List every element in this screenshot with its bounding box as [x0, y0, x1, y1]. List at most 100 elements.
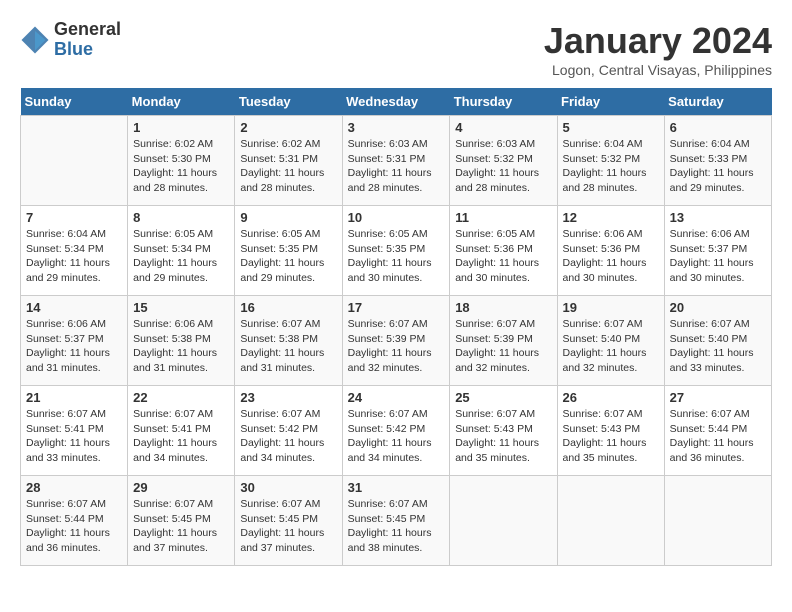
- weekday-header: Friday: [557, 88, 664, 116]
- calendar-day-cell: 12 Sunrise: 6:06 AM Sunset: 5:36 PM Dayli…: [557, 206, 664, 296]
- location: Logon, Central Visayas, Philippines: [544, 62, 772, 78]
- weekday-header: Sunday: [21, 88, 128, 116]
- day-info: Sunrise: 6:06 AM Sunset: 5:37 PM Dayligh…: [670, 227, 766, 286]
- day-info: Sunrise: 6:07 AM Sunset: 5:42 PM Dayligh…: [348, 407, 445, 466]
- day-number: 13: [670, 210, 766, 225]
- page-header: General Blue January 2024 Logon, Central…: [20, 20, 772, 78]
- calendar-day-cell: 25 Sunrise: 6:07 AM Sunset: 5:43 PM Dayli…: [450, 386, 557, 476]
- day-info: Sunrise: 6:07 AM Sunset: 5:39 PM Dayligh…: [348, 317, 445, 376]
- day-info: Sunrise: 6:07 AM Sunset: 5:43 PM Dayligh…: [455, 407, 551, 466]
- calendar-day-cell: 11Sunrise: 6:05 AM Sunset: 5:36 PM Dayli…: [450, 206, 557, 296]
- day-number: 5: [563, 120, 659, 135]
- day-number: 26: [563, 390, 659, 405]
- day-number: 2: [240, 120, 336, 135]
- calendar-day-cell: 1 Sunrise: 6:02 AM Sunset: 5:30 PM Daylig…: [128, 116, 235, 206]
- day-info: Sunrise: 6:07 AM Sunset: 5:45 PM Dayligh…: [133, 497, 229, 556]
- day-info: Sunrise: 6:07 AM Sunset: 5:42 PM Dayligh…: [240, 407, 336, 466]
- calendar-day-cell: 15 Sunrise: 6:06 AM Sunset: 5:38 PM Dayli…: [128, 296, 235, 386]
- day-number: 31: [348, 480, 445, 495]
- weekday-header: Tuesday: [235, 88, 342, 116]
- day-info: Sunrise: 6:05 AM Sunset: 5:35 PM Dayligh…: [348, 227, 445, 286]
- day-number: 18: [455, 300, 551, 315]
- calendar-day-cell: 22 Sunrise: 6:07 AM Sunset: 5:41 PM Dayli…: [128, 386, 235, 476]
- day-number: 12: [563, 210, 659, 225]
- calendar-day-cell: 7Sunrise: 6:04 AM Sunset: 5:34 PM Daylig…: [21, 206, 128, 296]
- day-info: Sunrise: 6:07 AM Sunset: 5:44 PM Dayligh…: [26, 497, 122, 556]
- day-number: 30: [240, 480, 336, 495]
- day-number: 7: [26, 210, 122, 225]
- day-number: 22: [133, 390, 229, 405]
- day-info: Sunrise: 6:02 AM Sunset: 5:30 PM Dayligh…: [133, 137, 229, 196]
- day-info: Sunrise: 6:02 AM Sunset: 5:31 PM Dayligh…: [240, 137, 336, 196]
- day-number: 9: [240, 210, 336, 225]
- calendar-day-cell: 6Sunrise: 6:04 AM Sunset: 5:33 PM Daylig…: [664, 116, 771, 206]
- calendar-day-cell: 18 Sunrise: 6:07 AM Sunset: 5:39 PM Dayli…: [450, 296, 557, 386]
- day-number: 24: [348, 390, 445, 405]
- calendar-day-cell: 20 Sunrise: 6:07 AM Sunset: 5:40 PM Dayli…: [664, 296, 771, 386]
- day-number: 25: [455, 390, 551, 405]
- logo-blue: Blue: [54, 40, 121, 60]
- day-number: 16: [240, 300, 336, 315]
- calendar-day-cell: [21, 116, 128, 206]
- calendar-day-cell: 21 Sunrise: 6:07 AM Sunset: 5:41 PM Dayli…: [21, 386, 128, 476]
- title-block: January 2024 Logon, Central Visayas, Phi…: [544, 20, 772, 78]
- day-info: Sunrise: 6:05 AM Sunset: 5:35 PM Dayligh…: [240, 227, 336, 286]
- calendar-week-row: 1 Sunrise: 6:02 AM Sunset: 5:30 PM Daylig…: [21, 116, 772, 206]
- day-info: Sunrise: 6:05 AM Sunset: 5:36 PM Dayligh…: [455, 227, 551, 286]
- calendar-day-cell: 14 Sunrise: 6:06 AM Sunset: 5:37 PM Dayli…: [21, 296, 128, 386]
- calendar-day-cell: 4Sunrise: 6:03 AM Sunset: 5:32 PM Daylig…: [450, 116, 557, 206]
- day-number: 3: [348, 120, 445, 135]
- calendar-day-cell: 2 Sunrise: 6:02 AM Sunset: 5:31 PM Daylig…: [235, 116, 342, 206]
- day-info: Sunrise: 6:07 AM Sunset: 5:39 PM Dayligh…: [455, 317, 551, 376]
- day-number: 1: [133, 120, 229, 135]
- day-info: Sunrise: 6:07 AM Sunset: 5:40 PM Dayligh…: [563, 317, 659, 376]
- day-info: Sunrise: 6:06 AM Sunset: 5:37 PM Dayligh…: [26, 317, 122, 376]
- day-info: Sunrise: 6:03 AM Sunset: 5:32 PM Dayligh…: [455, 137, 551, 196]
- day-info: Sunrise: 6:07 AM Sunset: 5:41 PM Dayligh…: [26, 407, 122, 466]
- logo-icon: [20, 25, 50, 55]
- weekday-header: Wednesday: [342, 88, 450, 116]
- calendar-day-cell: [557, 476, 664, 566]
- day-info: Sunrise: 6:07 AM Sunset: 5:45 PM Dayligh…: [348, 497, 445, 556]
- calendar-day-cell: 9 Sunrise: 6:05 AM Sunset: 5:35 PM Daylig…: [235, 206, 342, 296]
- day-number: 8: [133, 210, 229, 225]
- calendar-body: 1 Sunrise: 6:02 AM Sunset: 5:30 PM Daylig…: [21, 116, 772, 566]
- day-info: Sunrise: 6:06 AM Sunset: 5:36 PM Dayligh…: [563, 227, 659, 286]
- day-number: 28: [26, 480, 122, 495]
- day-number: 27: [670, 390, 766, 405]
- calendar-day-cell: 5Sunrise: 6:04 AM Sunset: 5:32 PM Daylig…: [557, 116, 664, 206]
- calendar-day-cell: 30 Sunrise: 6:07 AM Sunset: 5:45 PM Dayli…: [235, 476, 342, 566]
- weekday-header: Thursday: [450, 88, 557, 116]
- day-number: 20: [670, 300, 766, 315]
- calendar-week-row: 21 Sunrise: 6:07 AM Sunset: 5:41 PM Dayli…: [21, 386, 772, 476]
- day-info: Sunrise: 6:06 AM Sunset: 5:38 PM Dayligh…: [133, 317, 229, 376]
- calendar-day-cell: 27 Sunrise: 6:07 AM Sunset: 5:44 PM Dayli…: [664, 386, 771, 476]
- day-number: 6: [670, 120, 766, 135]
- day-info: Sunrise: 6:07 AM Sunset: 5:40 PM Dayligh…: [670, 317, 766, 376]
- weekday-header: Monday: [128, 88, 235, 116]
- day-number: 21: [26, 390, 122, 405]
- day-number: 15: [133, 300, 229, 315]
- calendar-day-cell: 8Sunrise: 6:05 AM Sunset: 5:34 PM Daylig…: [128, 206, 235, 296]
- day-number: 23: [240, 390, 336, 405]
- calendar-day-cell: 29Sunrise: 6:07 AM Sunset: 5:45 PM Dayli…: [128, 476, 235, 566]
- calendar-day-cell: [450, 476, 557, 566]
- day-number: 10: [348, 210, 445, 225]
- calendar-day-cell: 16 Sunrise: 6:07 AM Sunset: 5:38 PM Dayli…: [235, 296, 342, 386]
- day-info: Sunrise: 6:07 AM Sunset: 5:38 PM Dayligh…: [240, 317, 336, 376]
- weekday-header: Saturday: [664, 88, 771, 116]
- calendar-day-cell: [664, 476, 771, 566]
- calendar-table: SundayMondayTuesdayWednesdayThursdayFrid…: [20, 88, 772, 566]
- day-info: Sunrise: 6:07 AM Sunset: 5:43 PM Dayligh…: [563, 407, 659, 466]
- day-number: 14: [26, 300, 122, 315]
- calendar-week-row: 7Sunrise: 6:04 AM Sunset: 5:34 PM Daylig…: [21, 206, 772, 296]
- day-info: Sunrise: 6:07 AM Sunset: 5:45 PM Dayligh…: [240, 497, 336, 556]
- logo-general: General: [54, 20, 121, 40]
- calendar-week-row: 14 Sunrise: 6:06 AM Sunset: 5:37 PM Dayli…: [21, 296, 772, 386]
- day-info: Sunrise: 6:07 AM Sunset: 5:41 PM Dayligh…: [133, 407, 229, 466]
- calendar-week-row: 28 Sunrise: 6:07 AM Sunset: 5:44 PM Dayli…: [21, 476, 772, 566]
- day-info: Sunrise: 6:07 AM Sunset: 5:44 PM Dayligh…: [670, 407, 766, 466]
- calendar-day-cell: 24 Sunrise: 6:07 AM Sunset: 5:42 PM Dayli…: [342, 386, 450, 476]
- month-title: January 2024: [544, 20, 772, 62]
- calendar-day-cell: 26 Sunrise: 6:07 AM Sunset: 5:43 PM Dayli…: [557, 386, 664, 476]
